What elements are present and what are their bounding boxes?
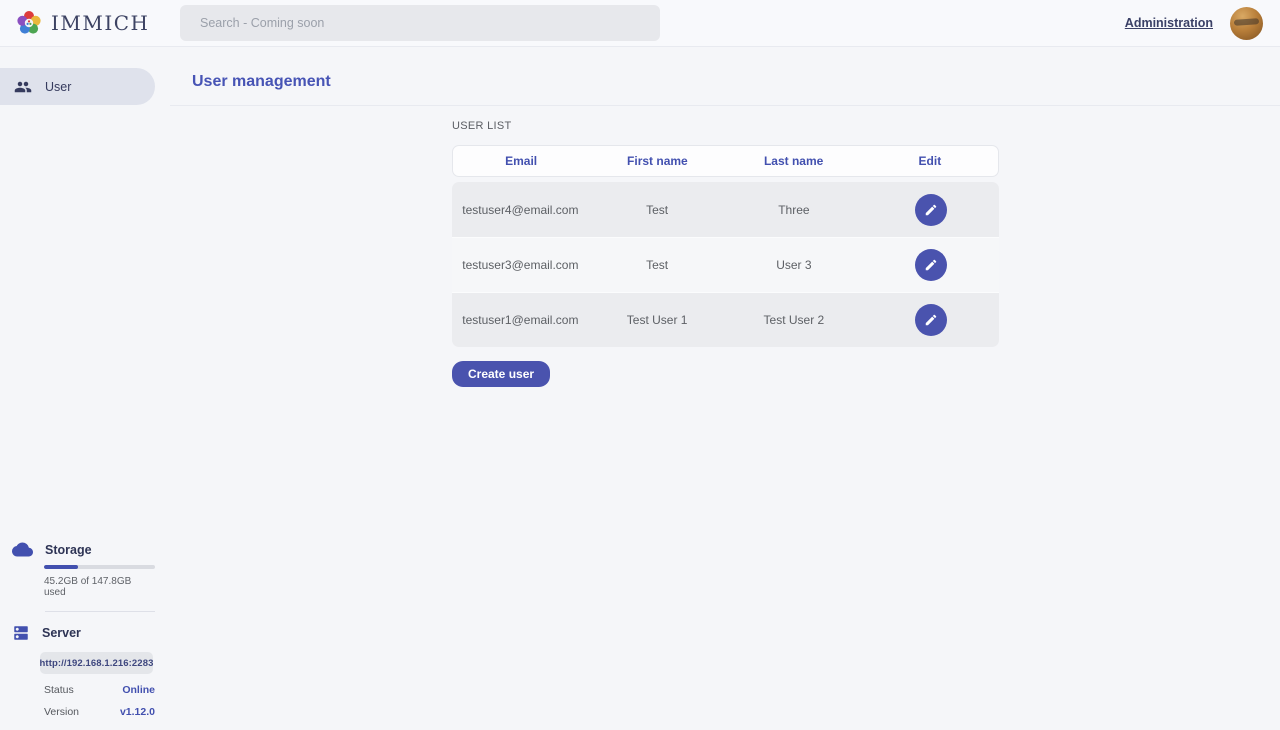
table-row: testuser1@email.com Test User 1 Test Use… xyxy=(452,292,999,347)
user-list-section: USER LIST Email First name Last name Edi… xyxy=(170,106,1280,387)
administration-link[interactable]: Administration xyxy=(1125,16,1213,30)
cell-last-name: User 3 xyxy=(726,258,863,272)
storage-progress-bar xyxy=(44,565,155,569)
server-url-badge: http://192.168.1.216:2283 xyxy=(40,652,153,674)
cell-email: testuser1@email.com xyxy=(452,313,589,327)
table-header-row: Email First name Last name Edit xyxy=(452,145,999,177)
version-label: Version xyxy=(44,706,79,718)
main-layout: User Storage 45.2GB of 147.8GB used xyxy=(0,47,1280,730)
sidebar-bottom: Storage 45.2GB of 147.8GB used Server ht… xyxy=(0,542,170,730)
edit-user-button[interactable] xyxy=(915,304,947,336)
status-label: Status xyxy=(44,684,74,696)
cell-first-name: Test xyxy=(589,258,726,272)
cell-last-name: Test User 2 xyxy=(726,313,863,327)
sidebar-item-user-label: User xyxy=(45,80,71,94)
immich-logo-icon xyxy=(15,9,43,37)
server-icon xyxy=(12,624,30,642)
title-bar: User management xyxy=(170,47,1280,106)
cell-first-name: Test xyxy=(589,203,726,217)
brand: IMMICH xyxy=(0,9,180,37)
edit-pencil-icon xyxy=(924,313,938,327)
column-header-email: Email xyxy=(453,154,589,168)
version-value: v1.12.0 xyxy=(120,706,155,718)
cloud-icon xyxy=(12,542,33,557)
sidebar: User Storage 45.2GB of 147.8GB used xyxy=(0,47,170,730)
create-user-button[interactable]: Create user xyxy=(452,361,550,387)
page-title: User management xyxy=(170,73,331,105)
cell-last-name: Three xyxy=(726,203,863,217)
server-section-header: Server xyxy=(0,624,170,642)
user-table: Email First name Last name Edit testuser… xyxy=(452,145,999,347)
column-header-edit: Edit xyxy=(862,154,998,168)
top-bar-right: Administration xyxy=(1125,7,1280,40)
table-row: testuser3@email.com Test User 3 xyxy=(452,237,999,292)
edit-pencil-icon xyxy=(924,258,938,272)
cell-email: testuser3@email.com xyxy=(452,258,589,272)
storage-section-header: Storage xyxy=(0,542,170,557)
column-header-last-name: Last name xyxy=(726,154,862,168)
sidebar-item-user[interactable]: User xyxy=(0,68,155,105)
edit-user-button[interactable] xyxy=(915,194,947,226)
cell-first-name: Test User 1 xyxy=(589,313,726,327)
column-header-first-name: First name xyxy=(589,154,725,168)
users-group-icon xyxy=(14,78,32,96)
user-avatar[interactable] xyxy=(1230,7,1263,40)
sidebar-divider xyxy=(45,611,155,612)
edit-user-button[interactable] xyxy=(915,249,947,281)
app-title: IMMICH xyxy=(51,11,150,35)
status-value: Online xyxy=(122,684,155,696)
edit-pencil-icon xyxy=(924,203,938,217)
storage-title: Storage xyxy=(45,543,92,557)
top-bar: IMMICH Administration xyxy=(0,0,1280,47)
server-status-row: Status Online xyxy=(44,684,155,696)
server-version-row: Version v1.12.0 xyxy=(44,706,155,718)
main-content: User management USER LIST Email First na… xyxy=(170,47,1280,730)
cell-email: testuser4@email.com xyxy=(452,203,589,217)
search-input[interactable] xyxy=(180,5,660,41)
table-body: testuser4@email.com Test Three xyxy=(452,182,999,347)
storage-usage-text: 45.2GB of 147.8GB used xyxy=(44,576,155,598)
table-row: testuser4@email.com Test Three xyxy=(452,182,999,237)
server-title: Server xyxy=(42,626,81,640)
user-list-label: USER LIST xyxy=(452,120,1280,132)
storage-progress-fill xyxy=(44,565,78,569)
